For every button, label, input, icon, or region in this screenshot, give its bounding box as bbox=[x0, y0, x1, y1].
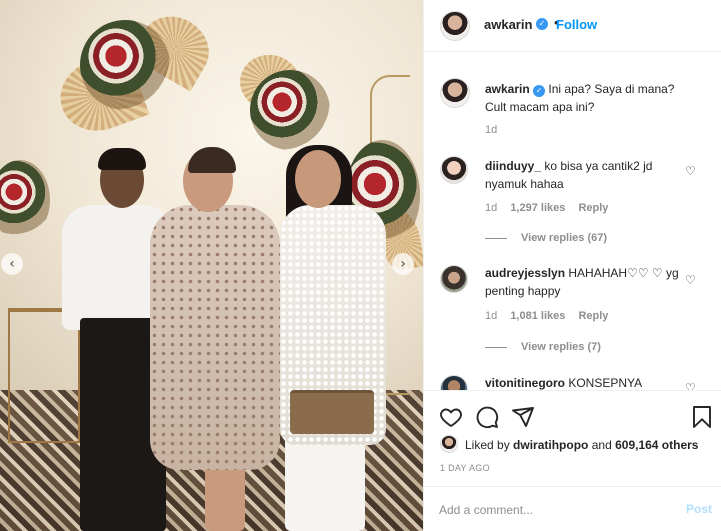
comment-text-block: diinduyy_ ko bisa ya cantik2 jd nyamuk h… bbox=[485, 157, 685, 193]
comments-list[interactable]: awkarin ✓ Ini apa? Saya di mana? Cult ma… bbox=[424, 53, 721, 390]
comment-input[interactable] bbox=[439, 500, 659, 520]
caption-meta: 1d bbox=[485, 124, 507, 136]
comment-text-block: audreyjesslyn HAHAHAH♡♡ ♡ yg penting hap… bbox=[485, 264, 690, 300]
comment-time[interactable]: 1d bbox=[485, 202, 497, 214]
commenter-avatar[interactable] bbox=[440, 156, 468, 184]
comment-like-heart-icon[interactable]: ♡ bbox=[685, 164, 696, 178]
commenter-avatar[interactable] bbox=[440, 375, 468, 390]
comment-reply-button[interactable]: Reply bbox=[578, 310, 608, 322]
caption-author-avatar[interactable] bbox=[440, 78, 470, 108]
save-icon[interactable] bbox=[690, 405, 714, 429]
comment-meta: 1d 1,297 likes Reply bbox=[485, 202, 618, 214]
chevron-left-icon: ‹ bbox=[9, 256, 15, 272]
likes-connector: and bbox=[591, 438, 612, 452]
author-avatar[interactable] bbox=[440, 11, 470, 41]
post-date[interactable]: 1 DAY AGO bbox=[440, 463, 490, 473]
comment-likes-count[interactable]: 1,297 likes bbox=[510, 202, 565, 214]
photo-flower-arrangement bbox=[80, 20, 170, 110]
verified-badge-icon: ✓ bbox=[536, 18, 548, 30]
post-header: awkarin ✓ • Follow bbox=[424, 0, 721, 52]
commenter-avatar[interactable] bbox=[440, 265, 468, 293]
post-comment-button[interactable]: Post bbox=[686, 502, 712, 516]
comment-text: KONSEPNYA bbox=[568, 376, 643, 390]
liker-username[interactable]: dwiratihpopo bbox=[513, 438, 588, 452]
follow-button[interactable]: Follow bbox=[556, 17, 597, 32]
view-replies-button[interactable]: View replies (7) bbox=[485, 341, 601, 353]
comment-likes-count[interactable]: 1,081 likes bbox=[510, 310, 565, 322]
comment-meta: 1d 1,081 likes Reply bbox=[485, 310, 618, 322]
view-replies-button[interactable]: View replies (67) bbox=[485, 232, 607, 244]
view-replies-label: View replies (7) bbox=[521, 341, 601, 353]
comment-username[interactable]: vitonitinegoro bbox=[485, 376, 565, 390]
caption-time[interactable]: 1d bbox=[485, 124, 497, 136]
heart-icon[interactable] bbox=[439, 405, 463, 429]
comment-like-heart-icon[interactable]: ♡ bbox=[685, 273, 696, 287]
likes-summary: Liked by dwiratihpopo and 609,164 others bbox=[465, 438, 698, 452]
likes-others-count[interactable]: 609,164 others bbox=[615, 438, 698, 452]
author-username[interactable]: awkarin bbox=[484, 17, 532, 32]
share-icon[interactable] bbox=[511, 405, 535, 429]
carousel-next-button[interactable]: › bbox=[392, 253, 414, 275]
photo-person-2-legs bbox=[205, 460, 245, 531]
comment-username[interactable]: diinduyy_ bbox=[485, 159, 541, 173]
add-comment-bar: Post bbox=[424, 486, 721, 531]
comment-text-block: vitonitinegoro KONSEPNYA bbox=[485, 374, 685, 390]
instagram-post-view: ‹ › awkarin ✓ • Follow awkarin ✓ Ini apa… bbox=[0, 0, 721, 531]
photo-person-1-hair bbox=[98, 148, 146, 170]
photo-person-3-head bbox=[295, 150, 341, 208]
photo-person-2-dress bbox=[150, 205, 280, 470]
comment-icon[interactable] bbox=[475, 405, 499, 429]
comment-like-heart-icon[interactable]: ♡ bbox=[685, 381, 696, 390]
carousel-prev-button[interactable]: ‹ bbox=[1, 253, 23, 275]
post-photo[interactable]: ‹ › bbox=[0, 0, 423, 531]
view-replies-label: View replies (67) bbox=[521, 232, 608, 244]
chevron-right-icon: › bbox=[400, 256, 406, 272]
replies-divider-line bbox=[485, 346, 507, 348]
verified-badge-icon: ✓ bbox=[533, 85, 546, 97]
liker-avatar[interactable] bbox=[440, 435, 458, 453]
photo-flower-arrangement bbox=[250, 70, 330, 150]
caption-username[interactable]: awkarin bbox=[485, 82, 530, 96]
photo-handbag bbox=[290, 390, 374, 434]
replies-divider-line bbox=[485, 237, 507, 239]
comment-reply-button[interactable]: Reply bbox=[578, 202, 608, 214]
comment-time[interactable]: 1d bbox=[485, 310, 497, 322]
likes-prefix: Liked by bbox=[465, 438, 510, 452]
comment-username[interactable]: audreyjesslyn bbox=[485, 266, 565, 280]
post-side-panel: awkarin ✓ • Follow awkarin ✓ Ini apa? Sa… bbox=[423, 0, 721, 531]
caption-text-block: awkarin ✓ Ini apa? Saya di mana? Cult ma… bbox=[485, 80, 685, 116]
